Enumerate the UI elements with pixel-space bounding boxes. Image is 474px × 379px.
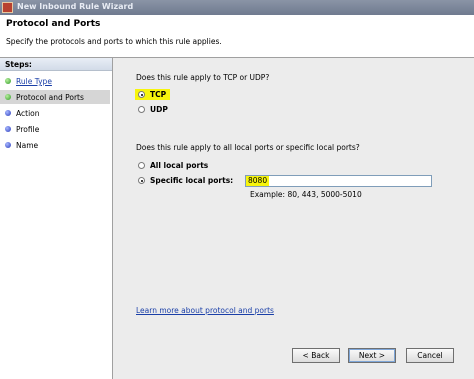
step-pending-icon — [5, 126, 11, 132]
all-ports-radio[interactable] — [138, 162, 145, 169]
step-pending-icon — [5, 142, 11, 148]
window-title: New Inbound Rule Wizard — [17, 2, 134, 11]
steps-sidebar: Steps: Rule Type Protocol and Ports Acti… — [0, 58, 113, 379]
tcp-label[interactable]: TCP — [150, 90, 166, 99]
specific-ports-radio[interactable] — [138, 177, 145, 184]
next-button[interactable]: Next > — [348, 348, 396, 363]
back-button[interactable]: < Back — [292, 348, 340, 363]
local-ports-value: 8080 — [246, 176, 270, 186]
cancel-button[interactable]: Cancel — [406, 348, 454, 363]
steps-heading-bar: Steps: — [0, 58, 112, 71]
step-label: Protocol and Ports — [16, 93, 84, 102]
step-complete-icon — [5, 78, 11, 84]
all-ports-label[interactable]: All local ports — [150, 161, 208, 170]
title-bar: New Inbound Rule Wizard — [0, 0, 474, 15]
step-current-icon — [5, 94, 11, 100]
step-protocol-and-ports[interactable]: Protocol and Ports — [0, 90, 110, 104]
tcp-radio[interactable] — [138, 91, 145, 98]
firewall-app-icon — [2, 2, 13, 13]
step-rule-type[interactable]: Rule Type — [0, 74, 110, 88]
local-ports-input[interactable]: 8080 — [245, 175, 432, 187]
page-subtitle: Specify the protocols and ports to which… — [6, 37, 222, 46]
step-label: Action — [16, 109, 40, 118]
step-label: Profile — [16, 125, 40, 134]
step-pending-icon — [5, 110, 11, 116]
step-label: Rule Type — [16, 77, 52, 86]
step-action[interactable]: Action — [0, 106, 110, 120]
udp-label[interactable]: UDP — [150, 105, 168, 114]
wizard-header: Protocol and Ports Specify the protocols… — [0, 15, 474, 58]
steps-heading: Steps: — [5, 60, 32, 69]
page-title: Protocol and Ports — [6, 19, 101, 29]
learn-more-link[interactable]: Learn more about protocol and ports — [136, 306, 274, 315]
specific-ports-label[interactable]: Specific local ports: — [150, 176, 233, 185]
protocol-question: Does this rule apply to TCP or UDP? — [136, 73, 270, 82]
step-name[interactable]: Name — [0, 138, 110, 152]
udp-radio[interactable] — [138, 106, 145, 113]
step-label: Name — [16, 141, 39, 150]
ports-example: Example: 80, 443, 5000-5010 — [250, 190, 362, 199]
step-profile[interactable]: Profile — [0, 122, 110, 136]
ports-question: Does this rule apply to all local ports … — [136, 143, 360, 152]
